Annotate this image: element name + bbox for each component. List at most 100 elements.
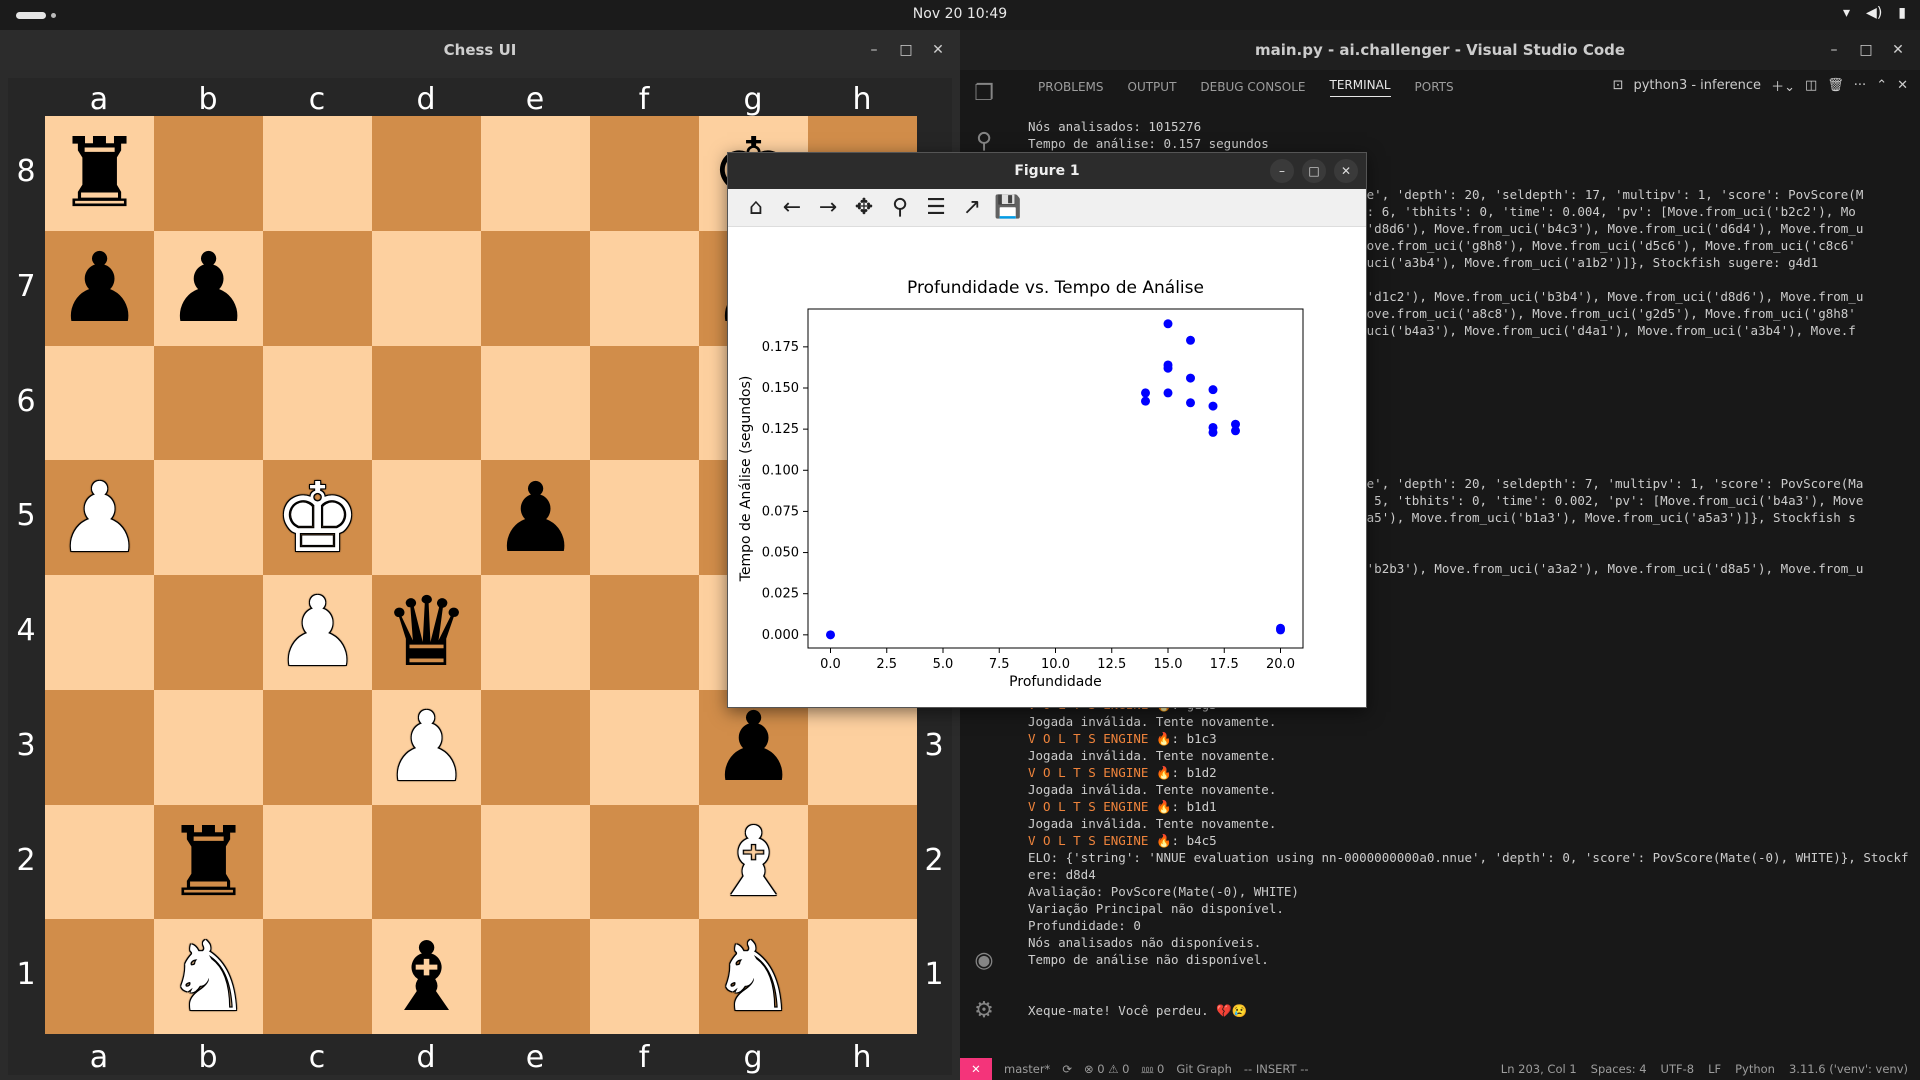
square-d6[interactable]	[372, 345, 481, 461]
square-f3[interactable]	[590, 689, 699, 805]
configure-icon[interactable]: ☰	[922, 194, 950, 222]
ports-status[interactable]: ⅏ 0	[1142, 1062, 1165, 1077]
square-e2[interactable]	[481, 804, 590, 920]
white-knight-icon[interactable]: ♞	[165, 929, 251, 1025]
square-c8[interactable]	[263, 116, 372, 231]
square-e6[interactable]	[481, 345, 590, 461]
figure-minimize-button[interactable]: –	[1270, 159, 1294, 183]
square-b3[interactable]	[154, 689, 263, 805]
chess-titlebar[interactable]: Chess UI – □ ✕	[0, 30, 960, 70]
vscode-maximize-button[interactable]: □	[1854, 38, 1878, 62]
square-d5[interactable]	[372, 460, 481, 575]
problems-status[interactable]: ⊗ 0 ⚠ 0	[1084, 1062, 1130, 1076]
square-d3[interactable]: ♟	[372, 689, 481, 805]
pan-icon[interactable]: ✥	[850, 194, 878, 222]
square-b5[interactable]	[154, 460, 263, 575]
square-a8[interactable]: ♜	[45, 116, 154, 231]
square-e7[interactable]	[481, 230, 590, 346]
square-h1[interactable]	[808, 919, 917, 1034]
zoom-icon[interactable]: ⚲	[886, 194, 914, 222]
square-e8[interactable]	[481, 116, 590, 231]
tab-ports[interactable]: PORTS	[1415, 80, 1454, 94]
new-terminal-button[interactable]: ＋⌄	[1771, 76, 1795, 95]
square-c4[interactable]: ♟	[263, 575, 372, 690]
square-a3[interactable]	[45, 689, 154, 805]
more-actions-button[interactable]: ···	[1854, 78, 1866, 93]
square-h2[interactable]	[808, 804, 917, 920]
maximize-panel-button[interactable]: ⌃	[1876, 78, 1887, 93]
square-e3[interactable]	[481, 689, 590, 805]
vscode-titlebar[interactable]: main.py - ai.challenger - Visual Studio …	[960, 30, 1920, 70]
tab-problems[interactable]: PROBLEMS	[1038, 80, 1104, 94]
tab-output[interactable]: OUTPUT	[1128, 80, 1177, 94]
square-a5[interactable]: ♟	[45, 460, 154, 575]
system-tray[interactable]: ▾ ◀) ▮	[1843, 5, 1906, 21]
black-pawn-icon[interactable]: ♟	[165, 240, 251, 336]
sync-icon[interactable]: ⟳	[1062, 1062, 1072, 1076]
figure-titlebar[interactable]: Figure 1 – □ ✕	[728, 153, 1366, 189]
square-f7[interactable]	[590, 230, 699, 346]
square-b1[interactable]: ♞	[154, 919, 263, 1034]
square-a6[interactable]	[45, 345, 154, 461]
square-e4[interactable]	[481, 575, 590, 690]
square-a4[interactable]	[45, 575, 154, 690]
square-b7[interactable]: ♟	[154, 230, 263, 346]
square-d8[interactable]	[372, 116, 481, 231]
explorer-icon[interactable]: ❐	[960, 70, 1008, 118]
black-pawn-icon[interactable]: ♟	[56, 240, 142, 336]
square-f5[interactable]	[590, 460, 699, 575]
square-g2[interactable]: ♝	[699, 804, 808, 920]
black-rook-icon[interactable]: ♜	[165, 814, 251, 910]
close-button[interactable]: ✕	[926, 38, 950, 62]
square-d7[interactable]	[372, 230, 481, 346]
cursor-position-status[interactable]: Ln 203, Col 1	[1501, 1062, 1577, 1076]
square-a2[interactable]	[45, 804, 154, 920]
black-rook-icon[interactable]: ♜	[56, 125, 142, 221]
white-bishop-icon[interactable]: ♝	[710, 814, 796, 910]
eol-status[interactable]: LF	[1708, 1062, 1721, 1076]
vscode-close-button[interactable]: ✕	[1886, 38, 1910, 62]
language-status[interactable]: Python	[1735, 1062, 1775, 1076]
git-graph-status[interactable]: Git Graph	[1176, 1062, 1232, 1076]
black-bishop-icon[interactable]: ♝	[383, 929, 469, 1025]
white-pawn-icon[interactable]: ♟	[383, 699, 469, 795]
remote-button[interactable]: ✕	[960, 1058, 992, 1080]
square-d1[interactable]: ♝	[372, 919, 481, 1034]
square-b2[interactable]: ♜	[154, 804, 263, 920]
indentation-status[interactable]: Spaces: 4	[1591, 1062, 1647, 1076]
close-panel-button[interactable]: ✕	[1897, 78, 1908, 93]
square-b4[interactable]	[154, 575, 263, 690]
white-king-icon[interactable]: ♚	[274, 470, 360, 566]
tab-terminal[interactable]: TERMINAL	[1329, 78, 1391, 97]
square-c3[interactable]	[263, 689, 372, 805]
minimize-button[interactable]: –	[862, 38, 886, 62]
square-b8[interactable]	[154, 116, 263, 231]
square-f6[interactable]	[590, 345, 699, 461]
kill-terminal-button[interactable]: 🗑	[1827, 78, 1844, 93]
square-f4[interactable]	[590, 575, 699, 690]
white-pawn-icon[interactable]: ♟	[274, 584, 360, 680]
white-pawn-icon[interactable]: ♟	[56, 470, 142, 566]
encoding-status[interactable]: UTF-8	[1661, 1062, 1695, 1076]
maximize-button[interactable]: □	[894, 38, 918, 62]
square-e5[interactable]: ♟	[481, 460, 590, 575]
black-pawn-icon[interactable]: ♟	[492, 470, 578, 566]
black-pawn-icon[interactable]: ♟	[710, 699, 796, 795]
square-g1[interactable]: ♞	[699, 919, 808, 1034]
scatter-plot[interactable]: Profundidade vs. Tempo de Análise 0.0 2.5 5…	[728, 227, 1366, 707]
interpreter-status[interactable]: 3.11.6 ('venv': venv)	[1789, 1062, 1908, 1076]
square-c2[interactable]	[263, 804, 372, 920]
edit-axis-icon[interactable]: ↗	[958, 194, 986, 222]
square-c5[interactable]: ♚	[263, 460, 372, 575]
square-d4[interactable]: ♛	[372, 575, 481, 690]
square-c7[interactable]	[263, 230, 372, 346]
square-f2[interactable]	[590, 804, 699, 920]
square-c1[interactable]	[263, 919, 372, 1034]
figure-maximize-button[interactable]: □	[1302, 159, 1326, 183]
back-icon[interactable]: ←	[778, 194, 806, 222]
vscode-minimize-button[interactable]: –	[1822, 38, 1846, 62]
white-knight-icon[interactable]: ♞	[710, 929, 796, 1025]
square-f1[interactable]	[590, 919, 699, 1034]
tab-debug-console[interactable]: DEBUG CONSOLE	[1200, 80, 1305, 94]
save-icon[interactable]: 💾	[994, 194, 1022, 222]
